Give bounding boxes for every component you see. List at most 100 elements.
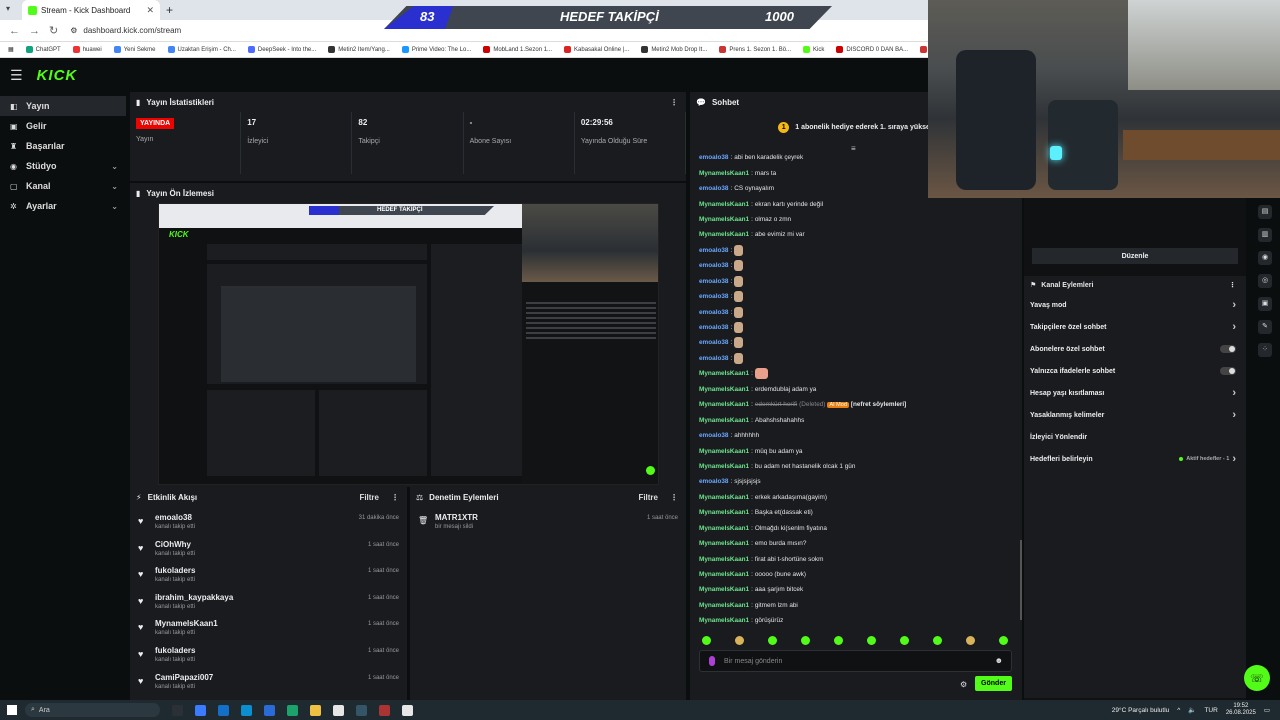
emote-button-icon[interactable] (966, 635, 975, 645)
chevron-down-icon[interactable]: ⌄ (111, 202, 118, 211)
chat-input[interactable]: Bir mesaj gönderin ☻ (699, 650, 1012, 672)
moderation-filter-button[interactable]: Filtre (638, 493, 658, 502)
activity-item[interactable]: ♥ CiOhWhy kanalı takip etti 1 saat önce (130, 536, 407, 563)
channel-actions-more-icon[interactable]: ⋮ (1229, 281, 1236, 289)
bookmark-item[interactable]: huawei (72, 46, 102, 53)
stream-preview-video[interactable]: HEDEF TAKİPÇİ KICK (158, 203, 659, 485)
chat-username[interactable]: MynameIsKaan1 (699, 525, 749, 532)
clock[interactable]: 19:52 26.08.2025 (1226, 703, 1256, 717)
floating-chat-button[interactable]: ☏ (1244, 665, 1270, 691)
channel-action-item[interactable]: Takipçilere özel sohbet › (1024, 316, 1246, 338)
chevron-down-icon[interactable]: ⌄ (111, 182, 118, 191)
chat-username[interactable]: MynameIsKaan1 (699, 494, 749, 501)
chevron-right-icon[interactable]: › (1232, 299, 1236, 311)
edit-button[interactable]: Düzenle (1032, 248, 1238, 264)
chat-username[interactable]: emoalo38 (699, 432, 728, 439)
chat-username[interactable]: emoalo38 (699, 247, 728, 254)
emote-button-icon[interactable] (834, 635, 843, 645)
chat-username[interactable]: MynameIsKaan1 (699, 556, 749, 563)
chevron-right-icon[interactable]: › (1232, 453, 1236, 465)
emote-button-icon[interactable] (702, 635, 711, 645)
moderation-item[interactable]: 🗑 MATR1XTR bir mesajı sildi 1 saat önce (410, 509, 686, 536)
chat-scrollbar[interactable] (1020, 540, 1022, 620)
channel-action-item[interactable]: Hesap yaşı kısıtlaması › (1024, 382, 1246, 404)
chat-username[interactable]: MynameIsKaan1 (699, 370, 749, 377)
chat-username[interactable]: MynameIsKaan1 (699, 586, 749, 593)
activity-username[interactable]: CiOhWhy (155, 540, 195, 549)
edge-icon[interactable] (241, 704, 252, 716)
volume-icon[interactable]: 🔈 (1188, 706, 1196, 714)
menu-icon[interactable]: ☰ (10, 67, 23, 84)
activity-item[interactable]: ♥ fukoladers kanalı takip etti 1 saat önce (130, 642, 407, 669)
activity-item[interactable]: ♥ emoalo38 kanalı takip etti 31 dakika önce (130, 509, 407, 536)
sidebar-item-3[interactable]: ◉ Stüdyo ⌄ (0, 156, 126, 176)
activity-item[interactable]: ♥ CamiPapazi007 kanalı takip etti 1 saat ön… (130, 669, 407, 696)
sidebar-item-5[interactable]: ✲ Ayarlar ⌄ (0, 196, 126, 216)
bookmark-item[interactable]: Uzaktan Erişim - Ch... (167, 46, 236, 53)
emote-button-icon[interactable] (900, 635, 909, 645)
bookmark-item[interactable]: Metin2 Mob Drop It... (641, 46, 707, 53)
chrome-icon[interactable] (333, 704, 344, 716)
app-icon-1[interactable] (287, 704, 298, 716)
task-view-icon[interactable] (172, 704, 183, 716)
chat-username[interactable]: MynameIsKaan1 (699, 602, 749, 609)
chat-username[interactable]: MynameIsKaan1 (699, 540, 749, 547)
chevron-down-icon[interactable]: ⌄ (111, 162, 118, 171)
chat-username[interactable]: MynameIsKaan1 (699, 216, 749, 223)
app-icon-2[interactable] (356, 704, 367, 716)
chat-username[interactable]: emoalo38 (699, 185, 728, 192)
chat-username[interactable]: MynameIsKaan1 (699, 170, 749, 177)
forward-icon[interactable]: → (29, 25, 40, 37)
sidebar-item-0[interactable]: ◧ Yayın (0, 96, 126, 116)
bookmark-item[interactable]: Yeni Sekme (113, 46, 156, 53)
activity-username[interactable]: ibrahim_kaypakkaya (155, 593, 233, 602)
sidebar-item-2[interactable]: ♜ Başarılar (0, 136, 126, 156)
activity-item[interactable]: ♥ fukoladers kanalı takip etti 1 saat önce (130, 562, 407, 589)
site-info-icon[interactable]: ⚙ (70, 26, 77, 35)
obs-icon[interactable] (379, 704, 390, 716)
channel-action-item[interactable]: Hedefleri belirleyin Aktif hedefler - 1 › (1024, 448, 1246, 470)
chat-username[interactable]: emoalo38 (699, 262, 728, 269)
activity-username[interactable]: fukoladers (155, 566, 195, 575)
activity-username[interactable]: MynameIsKaan1 (155, 619, 218, 628)
chat-username[interactable]: emoalo38 (699, 278, 728, 285)
bookmark-item[interactable]: DeepSeek - Into the... (247, 46, 316, 53)
channel-action-item[interactable]: Yalnızca ifadelerle sohbet (1024, 360, 1246, 382)
bookmark-item[interactable]: Kabasakal Online |... (564, 46, 629, 53)
activity-item[interactable]: ♥ ibrahim_kaypakkaya kanalı takip etti 1 sa… (130, 589, 407, 616)
kick-logo[interactable]: KICK (37, 67, 78, 84)
toggle-switch[interactable] (1220, 367, 1236, 375)
chat-username[interactable]: MynameIsKaan1 (699, 617, 749, 624)
bookmark-item[interactable]: ChatGPT (25, 46, 61, 53)
notifications-icon[interactable]: ▭ (1264, 706, 1270, 714)
bookmark-item[interactable]: Kick (803, 46, 824, 53)
chevron-right-icon[interactable]: › (1232, 387, 1236, 399)
emote-button-icon[interactable] (768, 635, 777, 645)
emote-button-icon[interactable] (867, 635, 876, 645)
chat-username[interactable]: emoalo38 (699, 324, 728, 331)
back-icon[interactable]: ← (9, 25, 20, 37)
activity-username[interactable]: emoalo38 (155, 513, 195, 522)
chat-username[interactable]: MynameIsKaan1 (699, 201, 749, 208)
activity-more-icon[interactable]: ⋮ (391, 493, 399, 502)
moderation-more-icon[interactable]: ⋮ (670, 493, 678, 502)
bookmark-item[interactable]: DISCORD 0 DAN BA... (836, 46, 908, 53)
chat-username[interactable]: emoalo38 (699, 478, 728, 485)
channel-action-item[interactable]: İzleyici Yönlendir (1024, 426, 1246, 448)
rail-button-2[interactable]: ▥ (1258, 228, 1272, 242)
chat-username[interactable]: MynameIsKaan1 (699, 509, 749, 516)
chat-settings-icon[interactable]: ⚙ (960, 680, 967, 689)
moderation-username[interactable]: MATR1XTR (435, 513, 478, 522)
rail-button-1[interactable]: ▤ (1258, 205, 1272, 219)
chevron-right-icon[interactable]: › (1232, 409, 1236, 421)
chat-username[interactable]: MynameIsKaan1 (699, 463, 749, 470)
bookmark-item[interactable]: MobLand 1.Sezon 1... (483, 46, 552, 53)
active-goals[interactable]: Aktif hedefler - 1 › (1179, 453, 1236, 465)
reload-icon[interactable]: ↻ (49, 24, 58, 37)
outlook-icon[interactable] (218, 704, 229, 716)
emote-button-icon[interactable] (735, 635, 744, 645)
send-button[interactable]: Gönder (975, 676, 1012, 691)
mic-icon[interactable] (709, 656, 715, 666)
apps-icon[interactable]: ▦ (8, 46, 14, 53)
new-tab-icon[interactable]: + (166, 3, 173, 17)
